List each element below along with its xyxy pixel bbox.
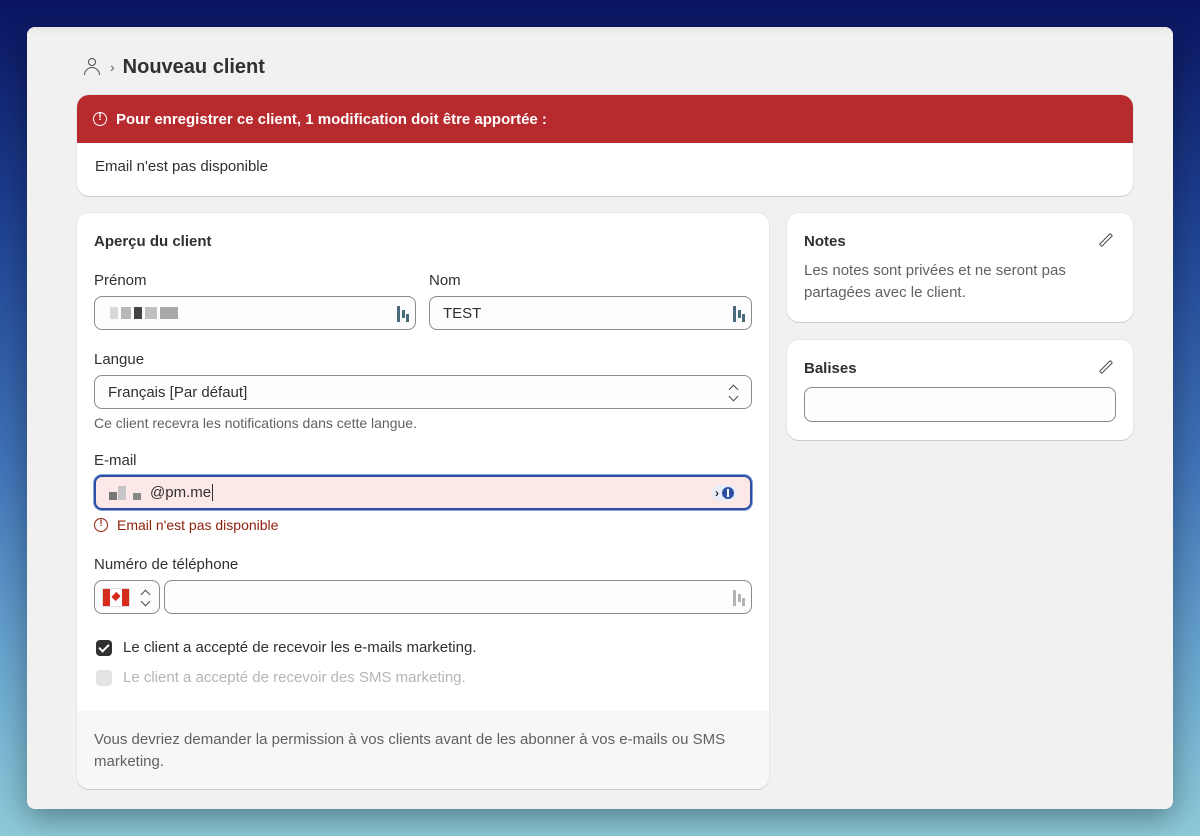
customer-overview-card: Aperçu du client Prénom Nom TEST Langue … (77, 213, 769, 789)
app-window: › Nouveau client Pour enregistrer ce cli… (27, 27, 1173, 809)
error-banner-message: Email n'est pas disponible (95, 158, 268, 175)
alert-circle-icon (94, 518, 108, 532)
redacted-value (110, 307, 179, 319)
language-value: Français [Par défaut] (108, 383, 248, 401)
country-code-select[interactable] (94, 580, 160, 614)
language-help-text: Ce client recevra les notifications dans… (94, 415, 417, 431)
password-manager-icon[interactable] (733, 306, 745, 322)
language-label: Langue (94, 351, 145, 368)
email-value: @pm.me (150, 484, 212, 501)
tags-card: Balises (787, 340, 1133, 440)
notes-card: Notes Les notes sont privées et ne seron… (787, 213, 1133, 322)
page-title: Nouveau client (122, 55, 265, 78)
alert-circle-icon (93, 112, 107, 126)
email-field[interactable]: @pm.me › (94, 475, 752, 510)
email-error-text: Email n'est pas disponible (117, 517, 279, 533)
phone-field[interactable] (164, 580, 752, 614)
error-banner-title: Pour enregistrer ce client, 1 modificati… (116, 110, 547, 128)
pencil-icon[interactable] (1098, 359, 1114, 375)
last-name-label: Nom (429, 272, 461, 289)
key-icon (722, 487, 734, 499)
sms-marketing-checkbox (96, 670, 112, 686)
chevron-right-icon: › (110, 59, 115, 75)
select-arrows-icon (728, 384, 739, 402)
breadcrumb: › Nouveau client (84, 53, 265, 81)
email-label: E-mail (94, 452, 137, 469)
error-banner: Pour enregistrer ce client, 1 modificati… (77, 95, 1133, 196)
email-marketing-label[interactable]: Le client a accepté de recevoir les e-ma… (123, 639, 477, 656)
password-manager-widget[interactable]: › (712, 485, 737, 501)
email-error: Email n'est pas disponible (94, 517, 278, 533)
last-name-value: TEST (443, 304, 482, 322)
notes-text: Les notes sont privées et ne seront pas … (804, 262, 1066, 301)
password-manager-icon[interactable] (733, 590, 745, 606)
first-name-label: Prénom (94, 272, 147, 289)
sms-marketing-label: Le client a accepté de recevoir des SMS … (123, 669, 466, 686)
tags-input[interactable] (804, 387, 1116, 422)
permission-note: Vous devriez demander la permission à vo… (94, 731, 726, 770)
pencil-icon[interactable] (1098, 232, 1114, 248)
language-select[interactable]: Français [Par défaut] (94, 375, 752, 409)
first-name-field[interactable] (94, 296, 416, 330)
email-marketing-checkbox[interactable] (96, 640, 112, 656)
user-icon[interactable] (84, 58, 100, 76)
canada-flag-icon (102, 588, 130, 607)
notes-title: Notes (804, 233, 846, 250)
redacted-value (109, 485, 142, 500)
phone-label: Numéro de téléphone (94, 556, 239, 573)
last-name-field[interactable]: TEST (429, 296, 752, 330)
chevron-right-icon: › (715, 486, 719, 500)
select-arrows-icon (140, 589, 151, 607)
section-title: Aperçu du client (94, 233, 212, 250)
text-caret (212, 484, 214, 501)
card-footer: Vous devriez demander la permission à vo… (77, 711, 769, 789)
password-manager-icon[interactable] (397, 306, 409, 322)
error-banner-header: Pour enregistrer ce client, 1 modificati… (77, 95, 1133, 143)
tags-title: Balises (804, 360, 857, 377)
